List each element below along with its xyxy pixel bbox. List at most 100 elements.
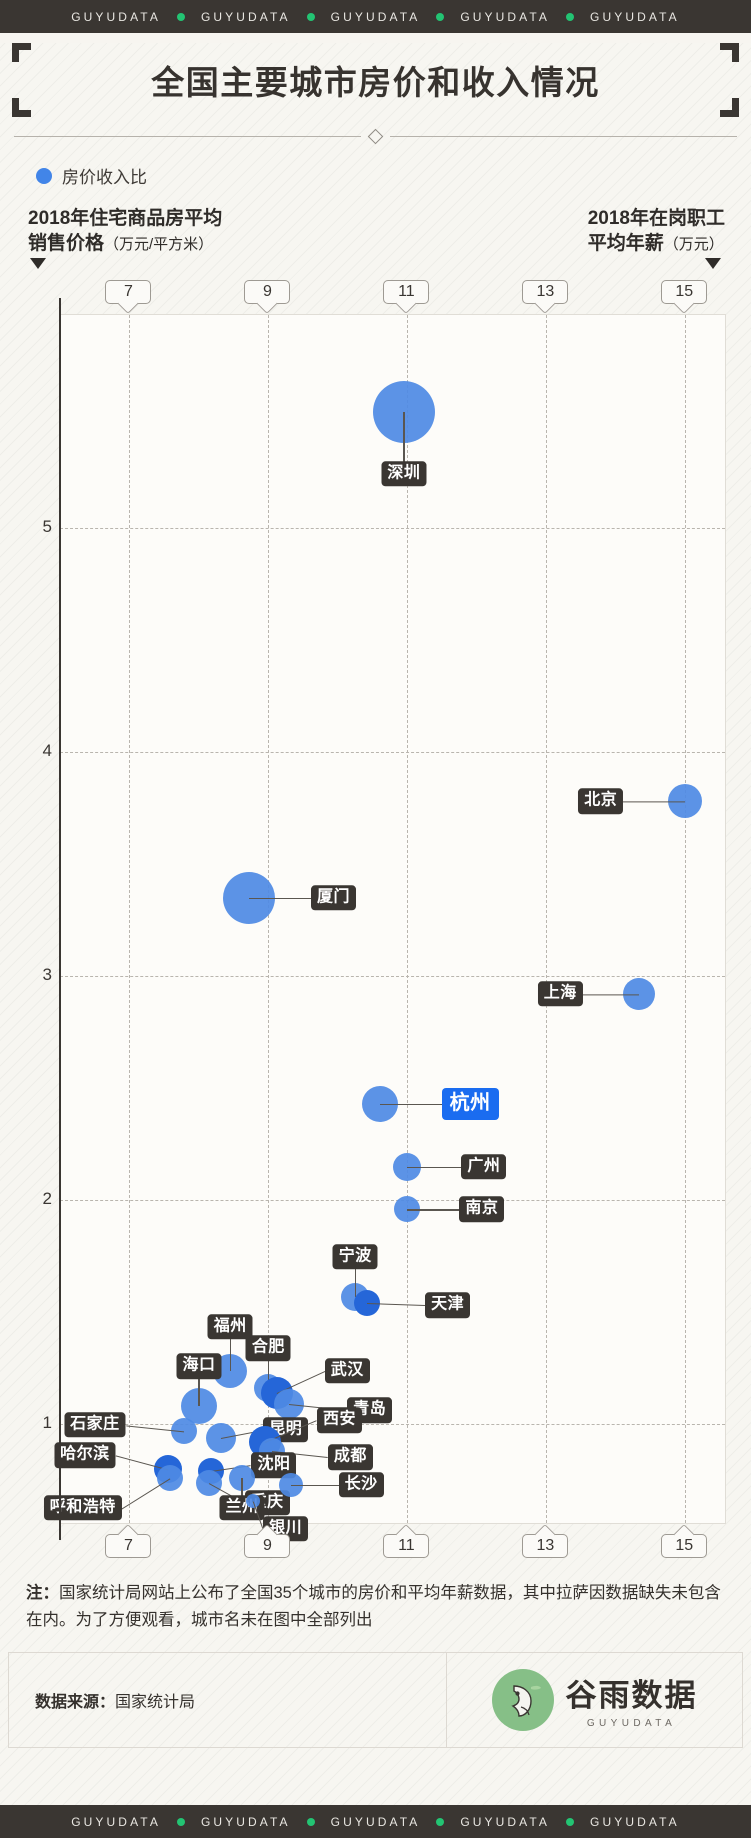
title-block: 全国主要城市房价和收入情况 xyxy=(12,43,739,117)
label-connector xyxy=(379,1103,442,1106)
logo-en-text: GUYUDATA xyxy=(586,1718,677,1730)
data-source-label: 数据来源： xyxy=(35,1693,116,1711)
tick-label: 15 xyxy=(675,1537,694,1555)
x-axis-tick-bottom: 7 xyxy=(105,1524,152,1559)
city-label[interactable]: 合肥 xyxy=(245,1335,291,1362)
brand-logo: 谷雨数据 GUYUDATA xyxy=(446,1652,742,1747)
brand-text: GUYUDATA xyxy=(71,1814,161,1829)
city-label[interactable]: 杭州 xyxy=(441,1087,499,1120)
y-axis-tick-label: 5 xyxy=(42,517,52,537)
y-axis-tick-label: 2 xyxy=(42,1189,52,1209)
label-connector xyxy=(407,1166,462,1169)
y-axis-unit: （万元/平方米） xyxy=(104,236,214,254)
brand-dot-icon xyxy=(436,1817,445,1826)
tick-label: 13 xyxy=(536,283,555,301)
brand-text: GUYUDATA xyxy=(590,9,680,24)
x-axis-arrow-icon xyxy=(705,258,721,270)
x-axis-heading-line1: 2018年在岗职工 xyxy=(587,208,725,229)
city-label[interactable]: 广州 xyxy=(461,1153,507,1180)
city-label[interactable]: 成都 xyxy=(327,1444,373,1470)
city-label[interactable]: 北京 xyxy=(578,788,624,815)
divider-line-right xyxy=(390,135,737,137)
x-axis-tick-bottom: 11 xyxy=(383,1524,430,1559)
axis-arrow-row xyxy=(28,258,725,274)
plot-panel: 深圳 北京 厦门 上海 杭州 广州 南京 宁波 天津 福州 合肥 武汉 青岛 海口 石家庄 昆明 西安 成都 哈尔滨… xyxy=(43,314,726,1542)
brand-text: GUYUDATA xyxy=(330,9,421,24)
gridline-vertical xyxy=(546,315,548,1524)
x-axis-heading-line2: 平均年薪 xyxy=(587,233,664,255)
brand-dot-icon xyxy=(306,1817,315,1826)
city-label[interactable]: 福州 xyxy=(207,1313,253,1340)
label-connector xyxy=(407,1209,460,1211)
y-axis-heading: 2018年住宅商品房平均 销售价格（万元/平方米） xyxy=(28,206,222,256)
divider-line-left xyxy=(14,135,361,137)
y-axis-tick-label: 1 xyxy=(42,1413,52,1433)
gridline-horizontal xyxy=(60,1200,725,1202)
city-label[interactable]: 海口 xyxy=(176,1353,222,1380)
city-label[interactable]: 天津 xyxy=(425,1292,471,1319)
y-axis-tick-label: 4 xyxy=(42,741,52,761)
x-axis-tick-top: 9 xyxy=(244,280,291,315)
x-axis-tick-bottom: 13 xyxy=(522,1524,569,1559)
brand-dot-icon xyxy=(566,1817,575,1826)
brand-text: GUYUDATA xyxy=(330,1814,421,1829)
tick-label: 9 xyxy=(262,1537,272,1555)
label-connector xyxy=(290,1484,339,1487)
brand-text: GUYUDATA xyxy=(460,1814,551,1829)
logo-text-block: 谷雨数据 GUYUDATA xyxy=(566,1670,698,1729)
brand-dot-icon xyxy=(176,1817,185,1826)
legend-label: 房价收入比 xyxy=(62,168,147,187)
gridline-vertical xyxy=(407,315,409,1524)
page-title: 全国主要城市房价和收入情况 xyxy=(151,64,600,101)
brand-dot-icon xyxy=(306,12,315,21)
brand-text: GUYUDATA xyxy=(200,1814,291,1829)
bottom-brand-strip: GUYUDATA GUYUDATA GUYUDATA GUYUDATA GUYUDATA xyxy=(0,1805,751,1838)
y-axis-heading-line1: 2018年住宅商品房平均 xyxy=(28,208,223,229)
city-label[interactable]: 长沙 xyxy=(338,1472,384,1498)
brand-dot-icon xyxy=(176,12,185,21)
city-label[interactable]: 上海 xyxy=(537,981,583,1007)
label-connector xyxy=(582,994,639,996)
y-axis-arrow-icon xyxy=(30,258,46,270)
gridline-horizontal xyxy=(60,528,725,530)
tick-label: 11 xyxy=(398,1537,415,1555)
tick-label: 7 xyxy=(124,1537,133,1555)
scatter-plot: 深圳 北京 厦门 上海 杭州 广州 南京 宁波 天津 福州 合肥 武汉 青岛 海口 石家庄 昆明 西安 成都 哈尔滨… xyxy=(20,274,731,1564)
city-label[interactable]: 深圳 xyxy=(381,460,427,487)
city-label[interactable]: 西安 xyxy=(316,1407,362,1433)
x-axis-tick-top: 15 xyxy=(661,280,708,315)
city-label[interactable]: 哈尔滨 xyxy=(54,1442,116,1468)
tick-label: 13 xyxy=(536,1537,555,1555)
brand-text: GUYUDATA xyxy=(590,1814,680,1829)
brand-text: GUYUDATA xyxy=(460,9,551,24)
data-source: 数据来源： 国家统计局 xyxy=(9,1653,446,1747)
tick-label: 15 xyxy=(675,283,694,301)
footnote-prefix: 注： xyxy=(26,1584,59,1603)
bird-logo-icon xyxy=(491,1668,554,1731)
gridline-vertical xyxy=(129,315,131,1524)
city-label[interactable]: 宁波 xyxy=(332,1243,378,1270)
diamond-divider xyxy=(14,125,737,147)
axis-headings: 2018年住宅商品房平均 销售价格（万元/平方米） 2018年在岗职工 平均年薪… xyxy=(28,206,725,256)
city-label[interactable]: 石家庄 xyxy=(64,1412,126,1438)
y-axis-line xyxy=(59,298,62,1541)
data-source-value: 国家统计局 xyxy=(115,1693,196,1711)
brand-dot-icon xyxy=(436,12,445,21)
city-label[interactable]: 武汉 xyxy=(324,1358,370,1384)
city-label[interactable]: 厦门 xyxy=(310,885,356,911)
footnote-text: 国家统计局网站上公布了全国35个城市的房价和平均年薪数据，其中拉萨因数据缺失未包… xyxy=(26,1584,721,1629)
x-axis-unit: （万元） xyxy=(663,236,724,254)
legend: 房价收入比 xyxy=(36,163,751,188)
x-axis-tick-top: 11 xyxy=(383,280,430,315)
x-axis-heading: 2018年在岗职工 平均年薪（万元） xyxy=(588,206,725,256)
diamond-icon xyxy=(367,128,384,144)
city-label[interactable]: 呼和浩特 xyxy=(43,1495,122,1521)
brand-text: GUYUDATA xyxy=(71,9,161,24)
brand-dot-icon xyxy=(566,12,575,21)
tick-label: 11 xyxy=(398,283,415,301)
x-axis-tick-bottom: 9 xyxy=(244,1524,291,1559)
city-label[interactable]: 南京 xyxy=(459,1196,505,1222)
gridline-horizontal xyxy=(60,976,725,978)
x-axis-tick-bottom: 15 xyxy=(661,1524,708,1559)
y-axis-heading-line2: 销售价格 xyxy=(28,233,105,255)
